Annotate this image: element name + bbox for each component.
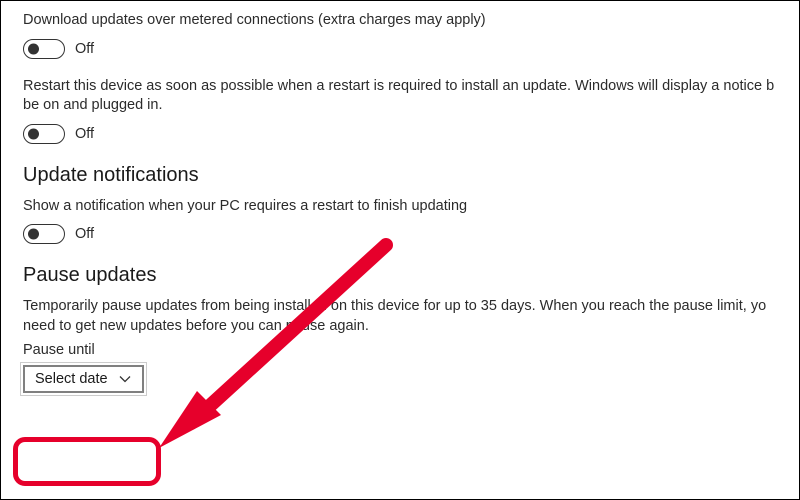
settings-panel: Download updates over metered connection… [0, 0, 800, 500]
restart-asap-toggle-row: Off [23, 124, 777, 144]
show-notification-toggle[interactable] [23, 224, 65, 244]
toggle-knob-icon [28, 229, 39, 240]
metered-toggle[interactable] [23, 39, 65, 59]
pause-until-label: Pause until [23, 342, 777, 358]
show-notification-description: Show a notification when your PC require… [23, 197, 777, 217]
metered-toggle-row: Off [23, 39, 777, 59]
update-notifications-heading: Update notifications [23, 164, 777, 187]
metered-toggle-state: Off [75, 41, 94, 57]
pause-updates-heading: Pause updates [23, 264, 777, 287]
restart-asap-toggle-state: Off [75, 126, 94, 142]
restart-asap-toggle[interactable] [23, 124, 65, 144]
pause-updates-description: Temporarily pause updates from being ins… [23, 297, 777, 336]
show-notification-toggle-row: Off [23, 224, 777, 244]
annotation-highlight-box [13, 437, 161, 486]
pause-until-dropdown[interactable]: Select date [23, 365, 144, 393]
restart-asap-description: Restart this device as soon as possible … [23, 77, 777, 116]
pause-until-dropdown-value: Select date [35, 371, 108, 387]
show-notification-toggle-state: Off [75, 226, 94, 242]
toggle-knob-icon [28, 43, 39, 54]
toggle-knob-icon [28, 128, 39, 139]
chevron-down-icon [118, 372, 132, 386]
metered-description: Download updates over metered connection… [23, 11, 777, 31]
